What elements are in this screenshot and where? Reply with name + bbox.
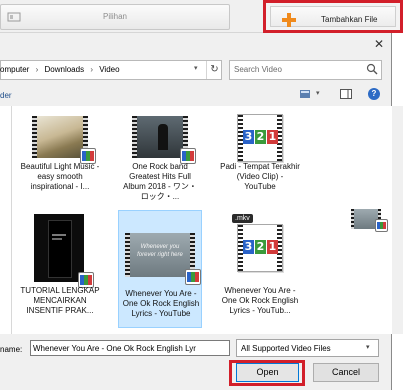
command-bar [0, 82, 392, 106]
file-item-selected[interactable]: Whenever you forever right here Whenever… [118, 210, 202, 328]
navigation-pane[interactable] [0, 106, 12, 334]
options-button[interactable]: Pilihan [0, 4, 230, 30]
breadcrumb-computer[interactable]: omputer [0, 65, 29, 74]
file-extension-badge: .mkv [232, 214, 253, 223]
file-name: Beautiful Light Music - easy smooth insp… [20, 162, 100, 191]
mpc-file-icon: 321 [237, 114, 283, 162]
add-file-button-highlight: Tambahkan File [263, 0, 403, 33]
search-placeholder: Search Video [234, 65, 282, 74]
file-name-value: Whenever You Are - One Ok Rock English L… [33, 344, 196, 353]
video-thumbnail [34, 214, 84, 282]
search-icon [366, 63, 378, 75]
file-type-value: All Supported Video Files [241, 344, 331, 353]
help-icon[interactable]: ? [368, 88, 380, 100]
mpc-file-icon: 321 [237, 224, 283, 272]
vertical-scrollbar[interactable] [392, 106, 403, 334]
chevron-down-icon[interactable]: ▾ [194, 64, 198, 72]
file-name: Padi - Tempat Terakhir (Video Clip) - Yo… [220, 162, 300, 191]
file-name: TUTORIAL LENGKAP MENCAIRKAN INSENTIF PRA… [20, 286, 100, 315]
open-button[interactable]: Open [236, 363, 299, 382]
plus-icon [282, 13, 296, 27]
breadcrumb-separator: › [90, 65, 93, 74]
add-file-label: Tambahkan File [321, 15, 378, 24]
file-item[interactable]: TUTORIAL LENGKAP MENCAIRKAN INSENTIF PRA… [20, 210, 100, 325]
file-name: Whenever You Are - One Ok Rock English L… [221, 286, 299, 315]
breadcrumb-downloads[interactable]: Downloads [45, 65, 85, 74]
options-label: Pilihan [102, 12, 127, 21]
file-item[interactable]: One Rock band Greatest Hits Full Album 2… [120, 110, 200, 225]
breadcrumb-video[interactable]: Video [99, 65, 119, 74]
breadcrumb-separator: › [35, 65, 39, 74]
file-item[interactable]: Beautiful Light Music - easy smooth insp… [20, 110, 100, 225]
mpc-badge-icon [185, 269, 201, 285]
view-options-icon[interactable] [300, 90, 310, 98]
file-item[interactable]: 321 .mkv Whenever You Are - One Ok Rock … [220, 210, 300, 325]
file-item[interactable]: 321 Padi - Tempat Terakhir (Video Clip) … [220, 110, 300, 225]
close-icon[interactable]: ✕ [372, 37, 386, 51]
chevron-down-icon[interactable]: ▾ [366, 343, 370, 351]
file-list: Beautiful Light Music - easy smooth insp… [12, 106, 392, 334]
file-name: One Rock band Greatest Hits Full Album 2… [123, 162, 197, 201]
preview-pane-icon[interactable] [340, 89, 352, 99]
new-folder-button[interactable]: der [0, 91, 12, 100]
refresh-icon[interactable]: ↻ [206, 61, 222, 79]
cancel-button[interactable]: Cancel [313, 363, 379, 382]
chevron-down-icon[interactable]: ▾ [316, 89, 320, 97]
breadcrumb: omputer › Downloads › Video [0, 65, 120, 74]
file-name: Whenever You Are - One Ok Rock English L… [122, 289, 200, 318]
drag-preview-thumbnail [351, 209, 388, 232]
file-name-label: name: [0, 345, 23, 354]
add-file-button[interactable]: Tambahkan File [270, 6, 396, 27]
lyrics-overlay-text: Whenever you forever right here [137, 244, 183, 258]
